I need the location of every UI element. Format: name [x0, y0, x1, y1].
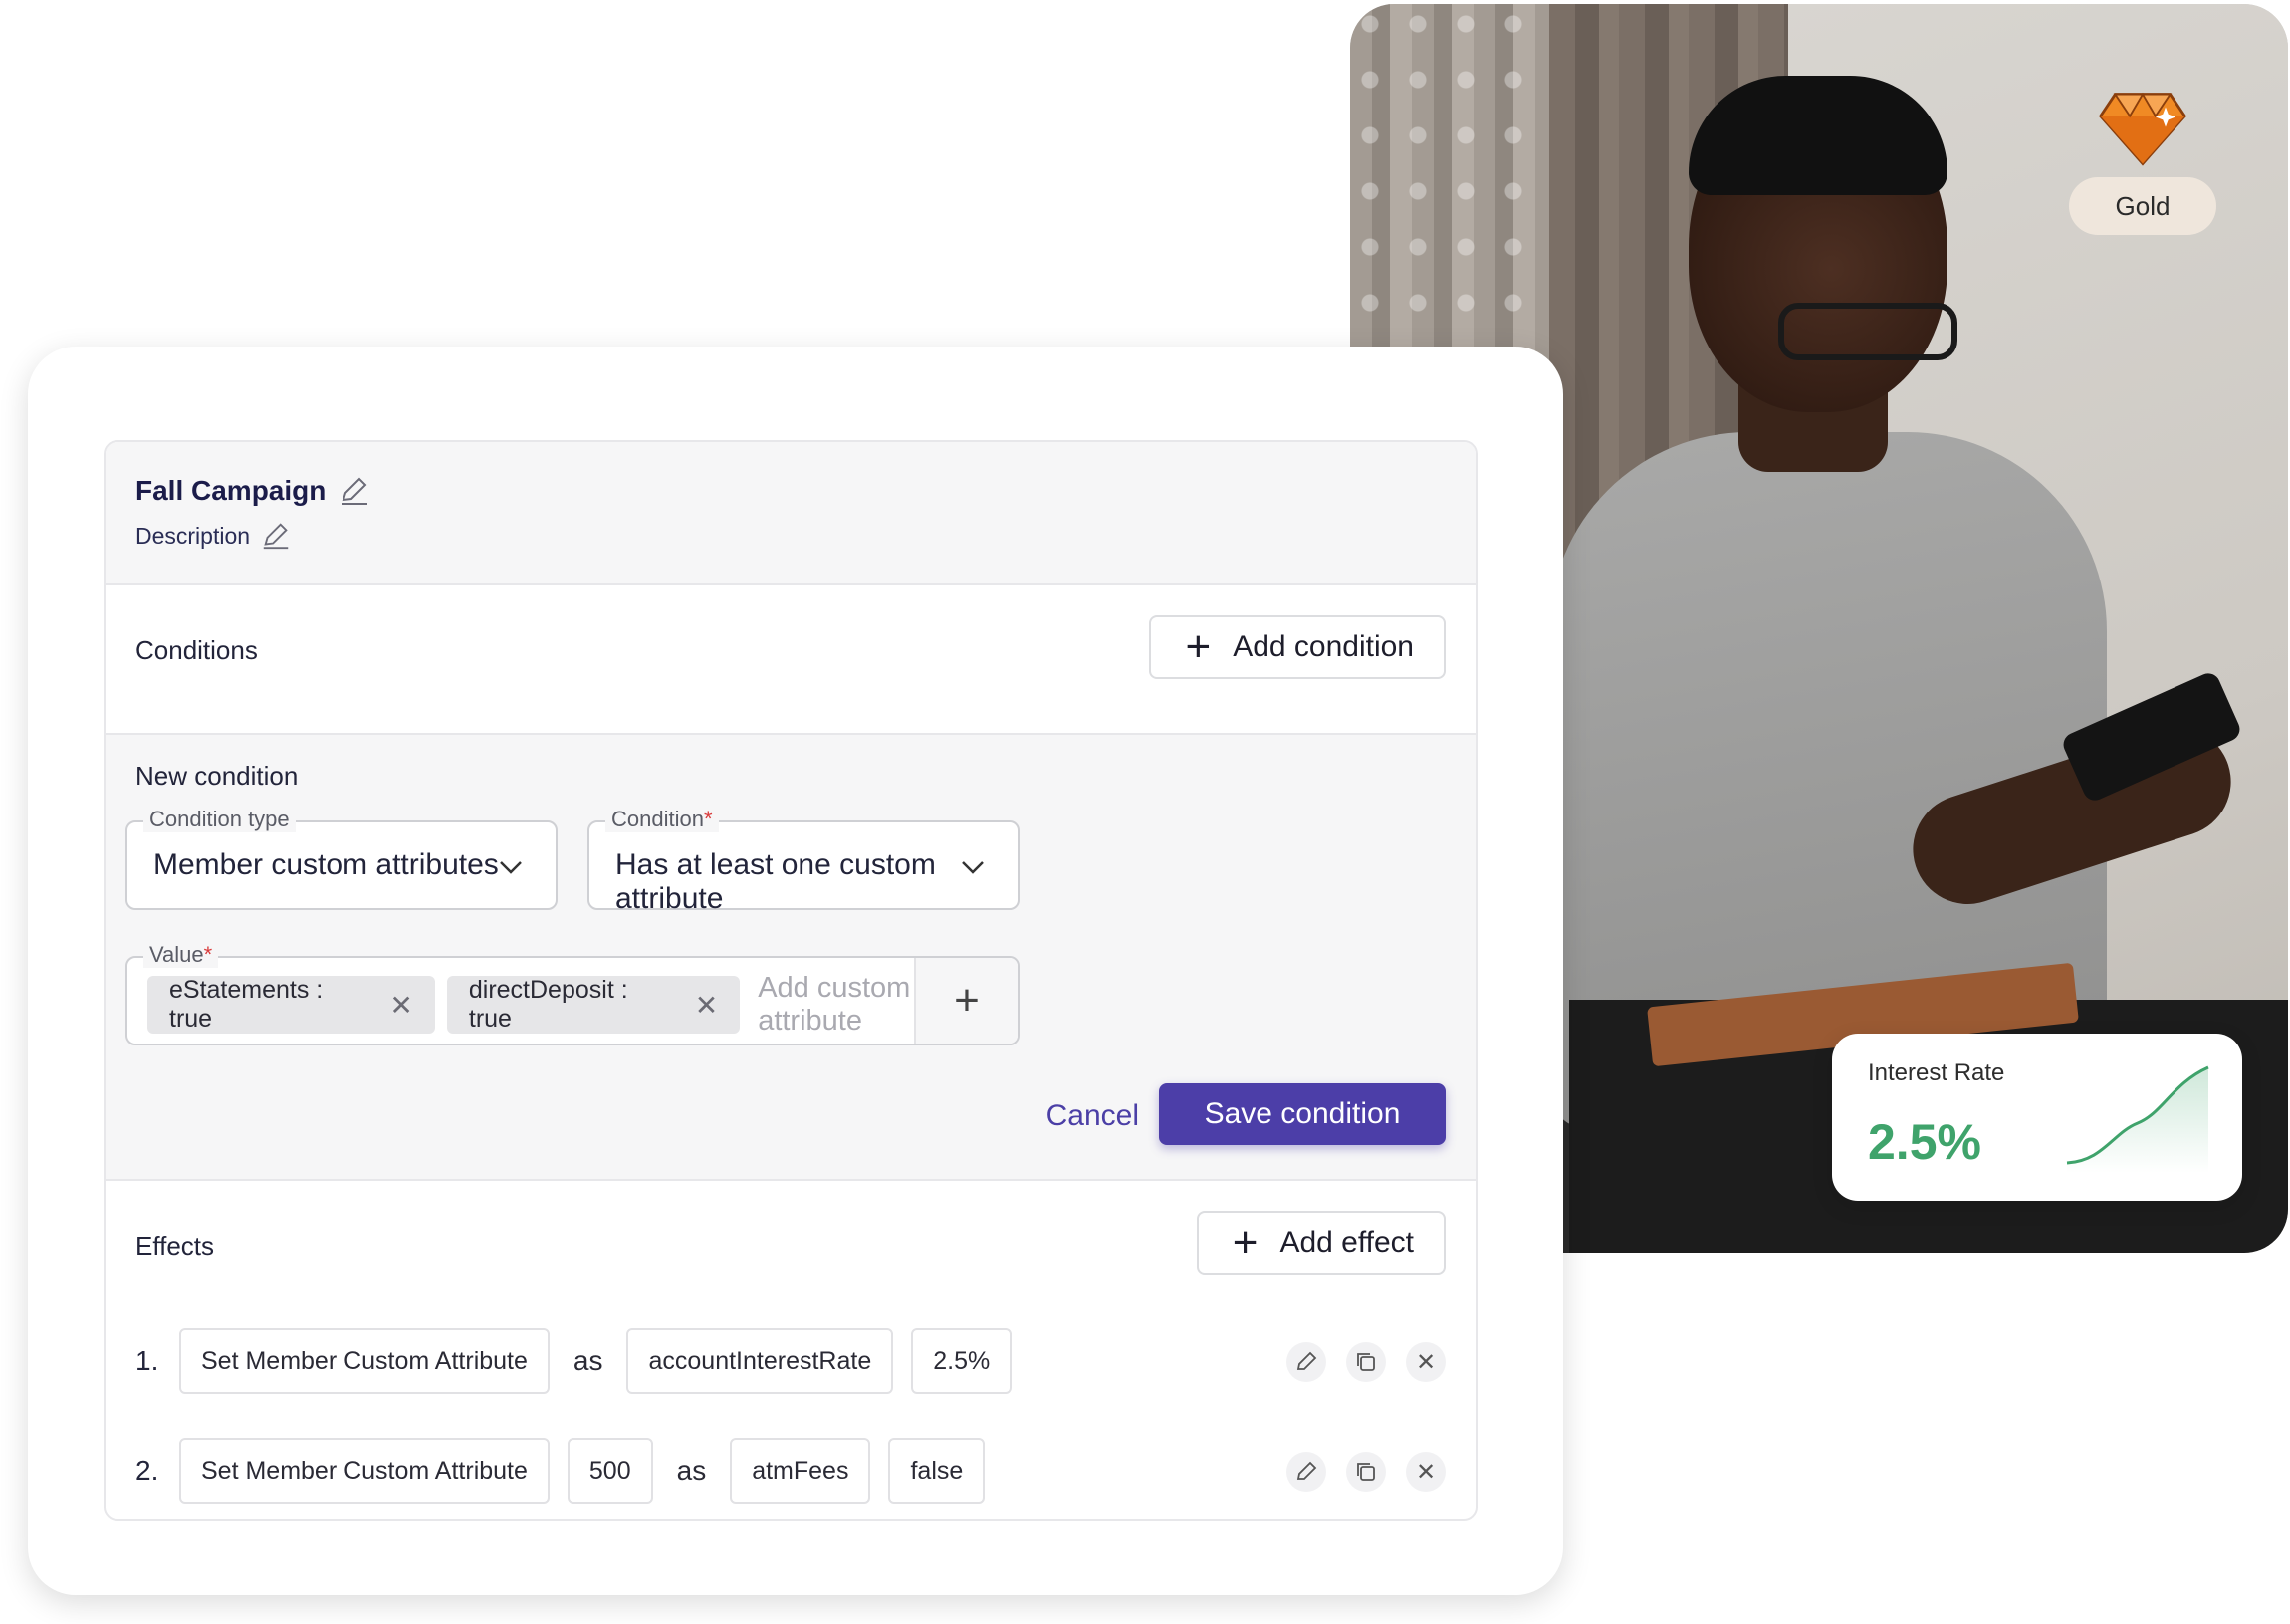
effect-attribute-box[interactable]: atmFees [730, 1438, 871, 1504]
add-effect-label: Add effect [1279, 1226, 1414, 1259]
attribute-chip: eStatements : true ✕ [147, 976, 435, 1034]
effect-action-box[interactable]: Set Member Custom Attribute [179, 1438, 550, 1504]
conditions-section: Conditions + Add condition [106, 585, 1476, 735]
add-condition-button[interactable]: + Add condition [1149, 615, 1446, 679]
effect-as: as [676, 1455, 707, 1486]
chevron-down-icon [500, 861, 522, 874]
value-field[interactable]: Value* eStatements : true ✕ directDeposi… [125, 942, 1020, 1045]
effect-as: as [572, 1345, 603, 1376]
add-effect-button[interactable]: + Add effect [1196, 1211, 1446, 1275]
campaign-title-row: Fall Campaign [135, 474, 1446, 508]
campaign-title: Fall Campaign [135, 475, 327, 506]
value-chips: eStatements : true ✕ directDeposit : tru… [147, 972, 1018, 1038]
photo-person-glasses [1778, 303, 1957, 360]
conditions-label: Conditions [135, 635, 258, 665]
effect-value-box[interactable]: false [888, 1438, 986, 1504]
condition-type-select[interactable]: Condition type Member custom attributes [125, 807, 558, 910]
tier-label: Gold [2069, 177, 2216, 235]
condition-label-text: Condition [611, 807, 704, 831]
copy-icon[interactable] [1346, 1342, 1386, 1382]
effect-row-actions: ✕ [1286, 1452, 1446, 1492]
effect-row-actions: ✕ [1286, 1342, 1446, 1382]
interest-rate-card: Interest Rate 2.5% [1832, 1034, 2242, 1201]
edit-icon[interactable] [1286, 1452, 1326, 1492]
effect-row: 1. Set Member Custom Attribute as accoun… [135, 1328, 1013, 1394]
effect-action-box[interactable]: Set Member Custom Attribute [179, 1328, 550, 1394]
sparkline-icon [2066, 1065, 2209, 1173]
add-attribute-button[interactable]: + [914, 958, 1018, 1044]
condition-label: Condition* [605, 807, 719, 832]
value-label: Value* [143, 942, 219, 968]
save-condition-button[interactable]: Save condition [1159, 1083, 1446, 1145]
campaign-card: Fall Campaign Description Conditions + A… [28, 347, 1563, 1595]
campaign-panel: Fall Campaign Description Conditions + A… [104, 440, 1478, 1521]
edit-title-icon[interactable] [338, 474, 371, 508]
edit-icon[interactable] [1286, 1342, 1326, 1382]
new-condition-section: New condition Condition type Member cust… [106, 735, 1476, 1181]
effect-amount-box[interactable]: 500 [567, 1438, 653, 1504]
attribute-chip: directDeposit : true ✕ [446, 976, 741, 1034]
chip-label: eStatements : true [169, 976, 324, 1033]
condition-type-label: Condition type [143, 807, 296, 832]
condition-select[interactable]: Condition* Has at least one custom attri… [587, 807, 1020, 915]
required-marker: * [203, 942, 213, 967]
stage: Gold Interest Rate 2.5% Fall Campaign De… [0, 0, 2290, 1624]
plus-icon: + [1185, 622, 1212, 671]
plus-icon: + [1232, 1218, 1259, 1267]
campaign-description-row: Description [135, 520, 1446, 552]
condition-type-label-text: Condition type [149, 807, 290, 831]
delete-icon[interactable]: ✕ [1406, 1452, 1446, 1492]
gem-icon [2098, 92, 2187, 166]
add-condition-label: Add condition [1233, 630, 1414, 663]
tier-badge: Gold [2069, 78, 2216, 235]
effect-number: 2. [135, 1455, 159, 1486]
chip-label: directDeposit : true [468, 976, 628, 1033]
cancel-button[interactable]: Cancel [1046, 1099, 1139, 1133]
chevron-down-icon [962, 861, 984, 874]
effects-label: Effects [135, 1231, 215, 1261]
required-marker: * [703, 807, 713, 831]
remove-chip-icon[interactable]: ✕ [389, 989, 412, 1022]
effect-row: 2. Set Member Custom Attribute 500 as at… [135, 1438, 986, 1504]
condition-type-value: Member custom attributes [153, 848, 499, 881]
effect-value-box[interactable]: 2.5% [911, 1328, 1013, 1394]
remove-chip-icon[interactable]: ✕ [695, 989, 718, 1022]
effect-attribute-box[interactable]: accountInterestRate [626, 1328, 894, 1394]
copy-icon[interactable] [1346, 1452, 1386, 1492]
edit-description-icon[interactable] [260, 520, 292, 552]
delete-icon[interactable]: ✕ [1406, 1342, 1446, 1382]
campaign-header: Fall Campaign Description [106, 442, 1476, 585]
effects-section: Effects + Add effect 1. Set Member Custo… [106, 1181, 1476, 1519]
new-condition-title: New condition [135, 761, 299, 791]
value-label-text: Value [149, 942, 204, 967]
campaign-description: Description [135, 522, 251, 549]
effect-number: 1. [135, 1345, 159, 1376]
